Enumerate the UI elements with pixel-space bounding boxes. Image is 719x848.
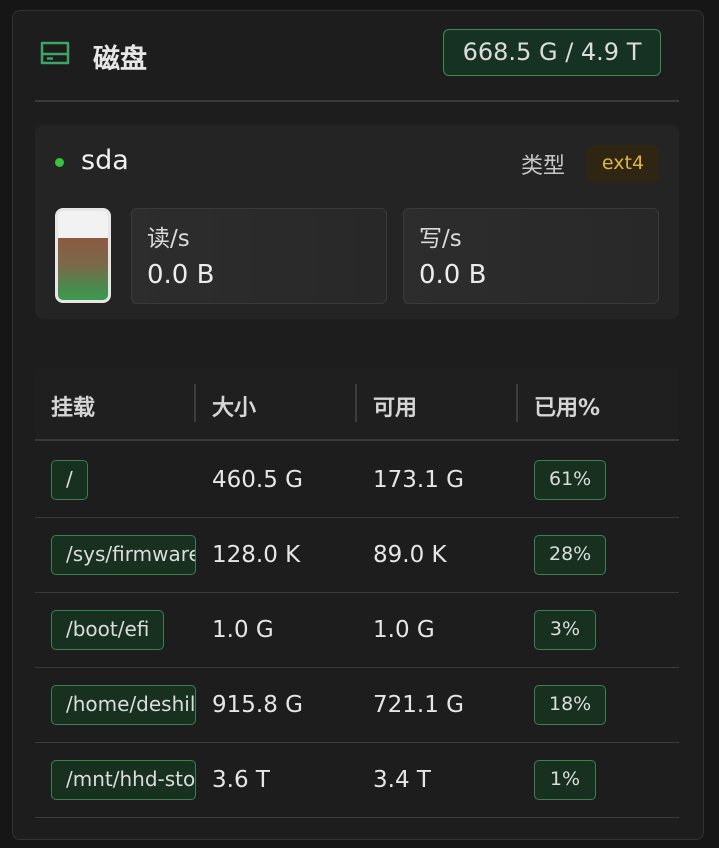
size-cell: 128.0 K <box>212 542 301 568</box>
column-header-mount[interactable]: 挂载 <box>51 390 95 422</box>
read-rate-stat: 读/s 0.0 B <box>131 208 387 304</box>
usage-bar <box>55 208 111 303</box>
size-cell: 460.5 G <box>212 467 303 493</box>
read-rate-value: 0.0 B <box>147 260 215 290</box>
mount-point-chip: /mnt/hhd-sto <box>51 760 196 800</box>
device-name: sda <box>81 145 129 176</box>
table-header: 挂载 大小 可用 已用% <box>35 368 679 441</box>
hard-drive-icon <box>39 39 71 67</box>
used-percent-chip: 61% <box>534 460 607 500</box>
table-row: /home/deshil 915.8 G 721.1 G 18% <box>35 668 679 743</box>
table-row: /mnt/hhd-sto 3.6 T 3.4 T 1% <box>35 743 679 818</box>
free-cell: 173.1 G <box>373 467 464 493</box>
mount-point-chip: /home/deshil <box>51 685 196 725</box>
used-percent-chip: 28% <box>534 535 607 575</box>
mount-point-chip: /boot/efi <box>51 610 165 650</box>
status-dot <box>55 158 64 167</box>
read-rate-label: 读/s <box>147 226 190 252</box>
type-label: 类型 <box>521 154 566 179</box>
column-separator <box>194 384 196 422</box>
disk-card: 磁盘 668.5 G / 4.9 T sda 类型 ext4 读/s 0.0 B… <box>12 10 704 840</box>
card-title: 磁盘 <box>93 44 147 75</box>
table-row: / 460.5 G 173.1 G 61% <box>35 443 679 518</box>
column-header-free[interactable]: 可用 <box>373 390 417 422</box>
size-cell: 915.8 G <box>212 692 303 718</box>
card-header: 磁盘 668.5 G / 4.9 T <box>13 11 703 101</box>
filesystem-type-badge: ext4 <box>587 145 659 182</box>
device-panel: sda 类型 ext4 读/s 0.0 B 写/s 0.0 B <box>35 125 679 319</box>
column-header-used-percent[interactable]: 已用% <box>534 390 600 422</box>
write-rate-label: 写/s <box>419 226 462 252</box>
used-percent-chip: 3% <box>534 610 596 650</box>
used-percent-chip: 18% <box>534 685 607 725</box>
table-row: /sys/firmware 128.0 K 89.0 K 28% <box>35 518 679 593</box>
write-rate-value: 0.0 B <box>419 260 487 290</box>
usage-bar-fill <box>58 237 108 300</box>
column-separator <box>516 384 518 422</box>
mount-point-chip: /sys/firmware <box>51 535 196 575</box>
header-divider <box>35 100 679 102</box>
free-cell: 89.0 K <box>373 542 447 568</box>
total-usage-badge: 668.5 G / 4.9 T <box>443 29 661 76</box>
used-percent-chip: 1% <box>534 760 596 800</box>
size-cell: 1.0 G <box>212 617 274 643</box>
free-cell: 1.0 G <box>373 617 435 643</box>
column-header-size[interactable]: 大小 <box>212 390 256 422</box>
table-row: /boot/efi 1.0 G 1.0 G 3% <box>35 593 679 668</box>
free-cell: 721.1 G <box>373 692 464 718</box>
mount-point-chip: / <box>51 460 88 500</box>
size-cell: 3.6 T <box>212 767 270 793</box>
column-separator <box>355 384 357 422</box>
mount-table: 挂载 大小 可用 已用% / 460.5 G 173.1 G 61% /sys/… <box>35 368 679 848</box>
write-rate-stat: 写/s 0.0 B <box>403 208 659 304</box>
free-cell: 3.4 T <box>373 767 431 793</box>
